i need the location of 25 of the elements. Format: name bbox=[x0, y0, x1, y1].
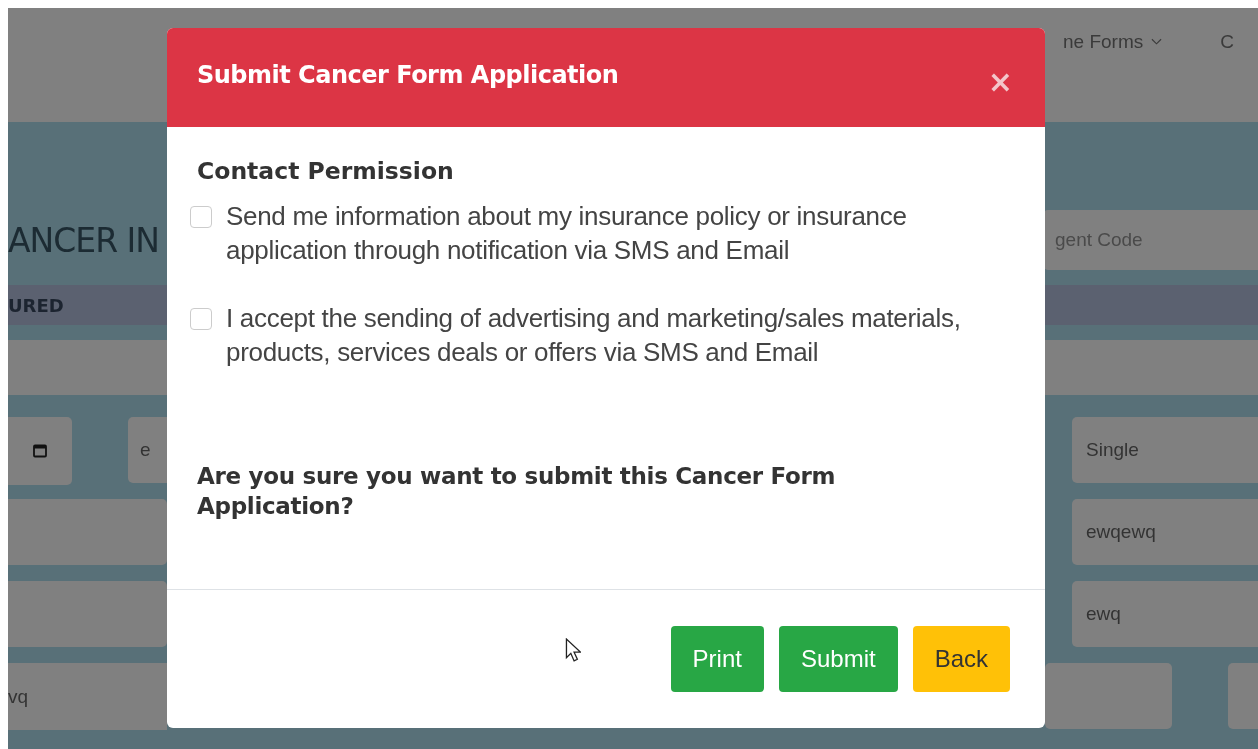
dialog-button[interactable]: Back bbox=[912, 626, 1010, 692]
input-field[interactable]: e bbox=[128, 417, 168, 483]
input-field[interactable] bbox=[8, 499, 167, 565]
calendar-button[interactable] bbox=[8, 417, 72, 485]
nav-link[interactable]: ne Forms bbox=[1063, 31, 1163, 53]
input-field[interactable] bbox=[1228, 663, 1258, 729]
input-field[interactable]: ewqewq bbox=[1072, 499, 1258, 565]
close-button[interactable]: × bbox=[983, 66, 1017, 97]
input-field[interactable]: Single bbox=[1072, 417, 1258, 483]
input-field[interactable] bbox=[8, 581, 167, 647]
dialog-button[interactable]: Print bbox=[670, 626, 764, 692]
section-title: Contact Permission bbox=[197, 157, 455, 185]
input-field[interactable]: ewq bbox=[1072, 581, 1258, 647]
nav-link[interactable]: C bbox=[1220, 31, 1234, 53]
checkbox-label: Send me information about my insurance policy or insurance application through notification via SMS and Email bbox=[226, 200, 908, 267]
dialog-button[interactable]: Submit bbox=[778, 626, 898, 692]
calendar-icon bbox=[33, 444, 47, 458]
mouse-cursor-icon bbox=[565, 638, 581, 662]
input-field[interactable]: vq bbox=[8, 663, 167, 730]
checkbox[interactable] bbox=[190, 206, 212, 228]
modal-title: Submit Cancer Form Application bbox=[197, 60, 619, 89]
page-heading: ANCER IN bbox=[8, 220, 160, 260]
checkbox[interactable] bbox=[190, 308, 212, 330]
input-field[interactable] bbox=[1045, 663, 1172, 729]
confirmation-question: Are you sure you want to submit this Cancer Form Application? bbox=[197, 462, 837, 521]
